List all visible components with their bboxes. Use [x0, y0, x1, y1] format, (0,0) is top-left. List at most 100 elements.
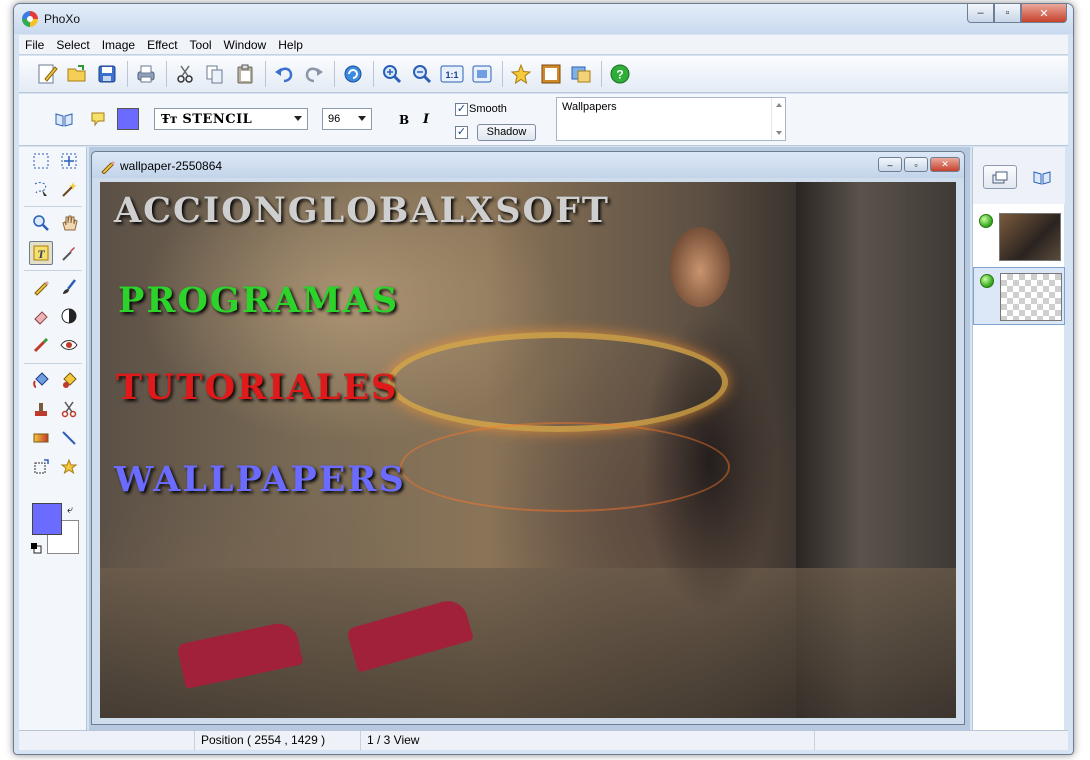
photo-glowing-inscription — [400, 422, 730, 512]
image-canvas[interactable]: ACCIONGLOBALXSOFT PROGRAMAS TUTORIALES W… — [100, 182, 956, 718]
layer-item-text[interactable] — [973, 267, 1065, 325]
layer-thumbnail — [1000, 273, 1062, 321]
zoom-out-icon[interactable] — [408, 60, 436, 88]
color-replace-icon[interactable] — [57, 368, 81, 392]
text-scrollbar[interactable] — [771, 98, 785, 140]
move-tool-icon[interactable] — [57, 149, 81, 173]
photo-glowing-ring — [388, 332, 728, 432]
bold-button[interactable]: B — [399, 113, 409, 127]
text-tool-icon[interactable]: T — [29, 241, 53, 265]
smooth-checkbox[interactable]: ✓ — [455, 103, 468, 116]
menu-window[interactable]: Window — [218, 38, 273, 52]
layer-item-photo[interactable] — [973, 208, 1065, 266]
svg-text:T: T — [37, 247, 45, 261]
foreground-color-swatch[interactable] — [32, 503, 62, 535]
eraser-icon[interactable] — [29, 304, 53, 328]
screen-capture-icon[interactable] — [567, 60, 595, 88]
undo-icon[interactable] — [270, 60, 298, 88]
toolbar-separator — [166, 61, 167, 87]
menu-bar: File Select Image Effect Tool Window Hel… — [19, 35, 1068, 55]
toolbar-separator — [265, 61, 266, 87]
zoom-in-icon[interactable] — [378, 60, 406, 88]
font-family-value: STENCIL — [182, 111, 253, 127]
clone-stamp-icon[interactable] — [29, 333, 53, 357]
star-shape-icon[interactable] — [57, 455, 81, 479]
help-icon[interactable]: ? — [606, 60, 634, 88]
app-title: PhoXo — [44, 12, 81, 26]
canvas-text-tutoriales[interactable]: TUTORIALES — [116, 367, 398, 408]
canvas-text-wallpapers[interactable]: WALLPAPERS — [114, 459, 406, 500]
canvas-text-title[interactable]: ACCIONGLOBALXSOFT — [114, 190, 610, 231]
menu-file[interactable]: File — [19, 38, 50, 52]
speech-bubble-icon[interactable] — [90, 111, 106, 130]
book-icon[interactable] — [1025, 165, 1059, 189]
toolbox: T ⤶ — [19, 147, 87, 731]
italic-button[interactable]: I — [423, 112, 429, 127]
toolbar-separator — [334, 61, 335, 87]
layer-visibility-icon[interactable] — [980, 274, 994, 288]
hand-tool-icon[interactable] — [57, 211, 81, 235]
frame-icon[interactable] — [537, 60, 565, 88]
minimize-button[interactable]: – — [967, 4, 994, 23]
red-eye-icon[interactable] — [57, 333, 81, 357]
document-close-button[interactable]: ✕ — [930, 157, 960, 172]
scissors-icon[interactable] — [57, 397, 81, 421]
default-colors-icon[interactable] — [30, 542, 42, 554]
text-content-input[interactable]: Wallpapers — [556, 97, 786, 141]
menu-select[interactable]: Select — [50, 38, 95, 52]
lasso-tool-icon[interactable] — [29, 177, 53, 201]
zoom-tool-icon[interactable] — [29, 211, 53, 235]
eyedropper-icon[interactable] — [57, 241, 81, 265]
print-icon[interactable] — [132, 60, 160, 88]
rect-select-tool-icon[interactable] — [29, 149, 53, 173]
canvas-text-programas[interactable]: PROGRAMAS — [118, 280, 399, 321]
font-family-select[interactable]: Ŧт STENCIL — [154, 108, 308, 130]
smooth-label: Smooth — [469, 103, 507, 115]
menu-tool[interactable]: Tool — [184, 38, 218, 52]
document-window-controls: – ▫ ✕ — [878, 157, 960, 172]
save-icon[interactable] — [93, 60, 121, 88]
layers-stack-button[interactable] — [983, 165, 1017, 189]
fill-bucket-icon[interactable] — [29, 368, 53, 392]
line-tool-icon[interactable] — [57, 426, 81, 450]
paste-icon[interactable] — [231, 60, 259, 88]
swap-colors-icon[interactable]: ⤶ — [67, 504, 73, 517]
photo-figure-head — [670, 227, 730, 307]
menu-effect[interactable]: Effect — [141, 38, 183, 52]
toolbar-separator — [601, 61, 602, 87]
document-title-bar[interactable]: wallpaper-2550864 – ▫ ✕ — [92, 152, 964, 178]
actual-size-icon[interactable]: 1:1 — [438, 60, 466, 88]
transform-icon[interactable] — [29, 455, 53, 479]
font-size-select[interactable]: 96 — [322, 108, 372, 130]
layer-visibility-icon[interactable] — [979, 214, 993, 228]
document-minimize-button[interactable]: – — [878, 157, 902, 172]
magic-wand-icon[interactable] — [57, 177, 81, 201]
svg-text:1:1: 1:1 — [445, 70, 458, 80]
pencil-icon[interactable] — [29, 275, 53, 299]
close-button[interactable]: ✕ — [1021, 4, 1067, 23]
menu-image[interactable]: Image — [96, 38, 141, 52]
book-icon[interactable] — [55, 111, 73, 130]
open-icon[interactable] — [63, 60, 91, 88]
shadow-checkbox[interactable]: ✓ — [455, 126, 468, 139]
copy-icon[interactable] — [201, 60, 229, 88]
gradient-icon[interactable] — [29, 426, 53, 450]
text-content-value: Wallpapers — [562, 101, 617, 113]
refresh-icon[interactable] — [339, 60, 367, 88]
brush-icon[interactable] — [57, 275, 81, 299]
shadow-button[interactable]: Shadow — [477, 124, 536, 141]
fit-window-icon[interactable] — [468, 60, 496, 88]
toolbar-separator — [373, 61, 374, 87]
text-color-swatch[interactable] — [117, 108, 139, 130]
menu-help[interactable]: Help — [272, 38, 309, 52]
maximize-button[interactable]: ▫ — [994, 4, 1021, 23]
document-maximize-button[interactable]: ▫ — [904, 157, 928, 172]
redo-icon[interactable] — [300, 60, 328, 88]
favorite-icon[interactable] — [507, 60, 535, 88]
cut-icon[interactable] — [171, 60, 199, 88]
stamp-icon[interactable] — [29, 397, 53, 421]
main-toolbar: 1:1 ? — [19, 56, 1068, 93]
new-icon[interactable] — [33, 60, 61, 88]
font-size-value: 96 — [328, 113, 341, 125]
contrast-icon[interactable] — [57, 304, 81, 328]
